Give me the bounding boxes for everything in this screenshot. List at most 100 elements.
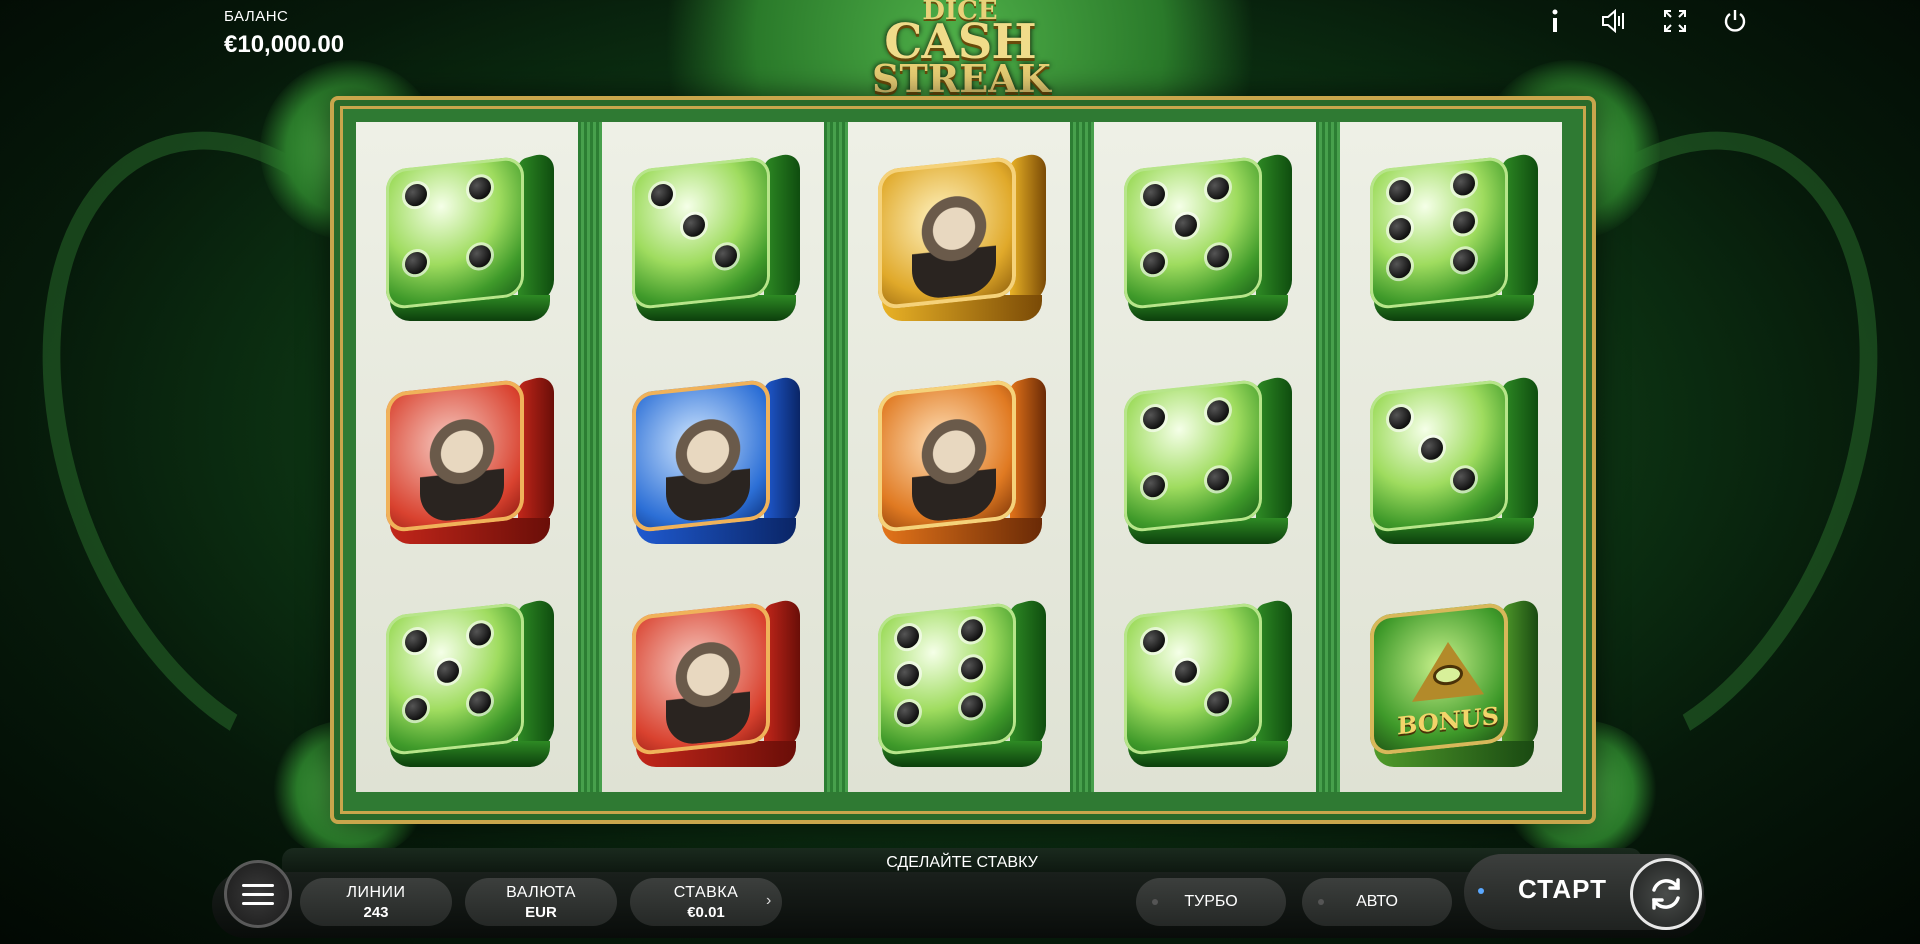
currency-value: EUR — [525, 904, 557, 921]
game-logo: DICE CASH STREAK — [872, 0, 1051, 98]
hamburger-icon-bar — [242, 883, 274, 887]
top-toolbar — [1540, 6, 1750, 36]
pip — [469, 175, 491, 201]
die-face — [632, 155, 770, 310]
hamburger-icon-bar — [242, 892, 274, 896]
dice-symbol — [1116, 591, 1294, 769]
pip — [1175, 659, 1197, 685]
reel-4 — [1094, 122, 1316, 792]
portrait-icon — [666, 634, 750, 747]
pip — [1453, 171, 1475, 197]
reel-divider — [1316, 122, 1340, 792]
pip — [1453, 247, 1475, 273]
pip — [469, 622, 491, 647]
pip — [1389, 178, 1411, 203]
bonus-symbol: BONUS — [1362, 591, 1540, 769]
pip — [1207, 175, 1229, 201]
pip — [1207, 399, 1229, 424]
die-face — [878, 155, 1016, 310]
die-face — [1370, 378, 1508, 534]
portrait-die-symbol — [624, 591, 802, 769]
spin-button[interactable] — [1630, 858, 1702, 930]
die-face — [386, 155, 524, 310]
pip — [683, 213, 705, 238]
reel-divider — [1070, 122, 1094, 792]
portrait-die-symbol — [624, 368, 802, 546]
pip — [961, 618, 983, 643]
reel-5: BONUS — [1340, 122, 1562, 792]
die-face: BONUS — [1370, 602, 1508, 757]
portrait-icon — [912, 187, 996, 301]
pip — [1389, 216, 1411, 241]
die-face — [632, 378, 770, 534]
pip — [1207, 690, 1229, 715]
reel-2 — [602, 122, 824, 792]
die-face — [878, 378, 1016, 534]
portrait-die-symbol — [378, 368, 556, 546]
pip — [469, 243, 491, 269]
pip — [715, 243, 737, 269]
sound-icon[interactable] — [1600, 6, 1630, 36]
die-face — [1124, 602, 1262, 757]
info-icon[interactable] — [1540, 6, 1570, 36]
dice-symbol — [1362, 145, 1540, 323]
currency-selector[interactable]: ВАЛЮТА EUR — [465, 878, 617, 926]
fullscreen-icon[interactable] — [1660, 6, 1690, 36]
start-label: СТАРТ — [1518, 874, 1608, 904]
pip — [897, 625, 919, 650]
pip — [437, 659, 459, 685]
dice-symbol — [1362, 368, 1540, 546]
pip — [1207, 467, 1229, 492]
pip — [405, 697, 427, 722]
die-face — [1370, 155, 1508, 310]
dice-symbol — [1116, 145, 1294, 323]
die-face — [1124, 378, 1262, 534]
balance-label: БАЛАНС — [224, 8, 289, 25]
pip — [1207, 243, 1229, 269]
pip — [651, 182, 673, 207]
bonus-label: BONUS — [1397, 701, 1499, 741]
auto-label: АВТО — [1356, 893, 1398, 910]
dice-symbol — [624, 145, 802, 323]
portrait-icon — [420, 410, 504, 524]
lines-value: 243 — [363, 904, 389, 921]
pip — [1175, 213, 1197, 238]
pip — [1389, 254, 1411, 279]
auto-toggle[interactable]: АВТО — [1302, 878, 1452, 926]
pip — [1389, 405, 1411, 431]
bet-label: СТАВКА — [673, 884, 739, 901]
menu-button[interactable] — [224, 860, 292, 928]
bet-increase-arrow-icon[interactable]: › — [766, 892, 771, 910]
dice-symbol — [1116, 368, 1294, 546]
die-face — [632, 602, 770, 757]
pip — [405, 182, 427, 207]
portrait-die-symbol — [870, 368, 1048, 546]
lines-selector[interactable]: ЛИНИИ 243 — [300, 878, 452, 926]
pip — [961, 694, 983, 719]
pip — [961, 656, 983, 681]
pip — [1453, 467, 1475, 492]
reel-divider — [578, 122, 602, 792]
reel-3 — [848, 122, 1070, 792]
dice-symbol — [378, 591, 556, 769]
portrait-icon — [912, 410, 996, 524]
start-indicator — [1478, 888, 1484, 894]
turbo-toggle[interactable]: ТУРБО — [1136, 878, 1286, 926]
dice-symbol — [870, 591, 1048, 769]
lines-label: ЛИНИИ — [346, 884, 406, 901]
hamburger-icon-bar — [242, 901, 274, 905]
pip — [1143, 250, 1165, 275]
bet-selector[interactable]: СТАВКА €0.01 — [630, 878, 782, 926]
refresh-icon — [1652, 878, 1680, 910]
pip — [1421, 436, 1443, 461]
pip — [405, 250, 427, 275]
bet-value: €0.01 — [687, 904, 725, 921]
turbo-label: ТУРБО — [1184, 893, 1238, 910]
pip — [1143, 473, 1165, 499]
portrait-die-symbol — [870, 145, 1048, 323]
pip — [1143, 629, 1165, 654]
auto-indicator — [1318, 899, 1324, 905]
power-icon[interactable] — [1720, 6, 1750, 36]
die-face — [878, 602, 1016, 757]
eye-pyramid-icon — [1412, 638, 1484, 703]
